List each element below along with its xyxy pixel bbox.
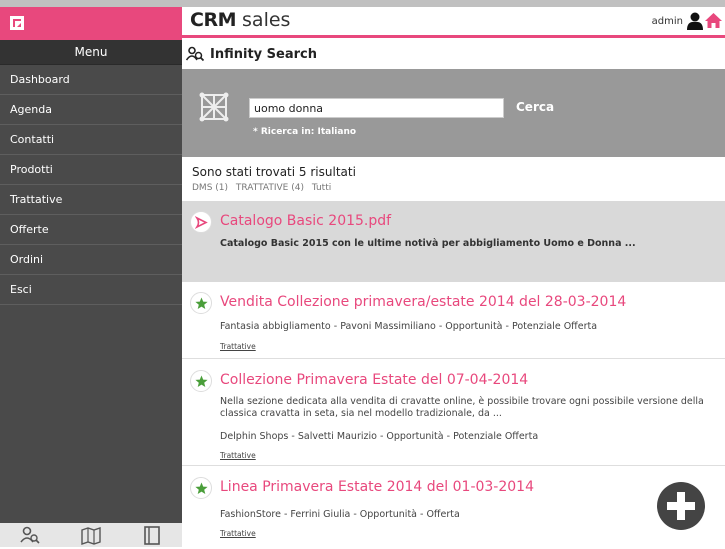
brand: CRM sales: [190, 9, 290, 31]
home-icon[interactable]: [705, 12, 722, 29]
filter-dms[interactable]: DMS (1): [192, 183, 228, 193]
brand-light: sales: [242, 9, 291, 31]
result-category-link[interactable]: Trattative: [220, 451, 256, 460]
star-badge: [190, 370, 212, 392]
result-item[interactable]: Vendita Collezione primavera/estate 2014…: [182, 282, 725, 359]
star-icon: [195, 297, 208, 309]
sidebar-item-dashboard[interactable]: Dashboard: [0, 65, 182, 95]
result-title[interactable]: Catalogo Basic 2015.pdf: [220, 213, 391, 229]
result-category-link[interactable]: Trattative: [220, 529, 256, 538]
result-title[interactable]: Collezione Primavera Estate del 07-04-20…: [220, 372, 528, 388]
document-icon[interactable]: [142, 525, 162, 545]
results-count: Sono stati trovati 5 risultati: [192, 165, 356, 179]
search-panel: Cerca * Ricerca in: Italiano: [182, 69, 725, 157]
map-icon[interactable]: [81, 525, 101, 545]
sidebar-item-trattative[interactable]: Trattative: [0, 185, 182, 215]
result-description: FashionStore - Ferrini Giulia - Opportun…: [220, 509, 460, 520]
pdf-badge: [190, 211, 212, 233]
result-category-link[interactable]: Trattative: [220, 342, 256, 351]
user-name[interactable]: admin: [652, 16, 683, 27]
sidebar-item-ordini[interactable]: Ordini: [0, 245, 182, 275]
people-search-icon: [186, 46, 204, 62]
results-filters: DMS (1) TRATTATIVE (4) Tutti: [192, 183, 336, 193]
search-input[interactable]: [249, 98, 504, 118]
filter-tutti[interactable]: Tutti: [312, 183, 331, 193]
result-description: Fantasia abbigliamento - Pavoni Massimil…: [220, 321, 598, 332]
sidebar-item-prodotti[interactable]: Prodotti: [0, 155, 182, 185]
result-title[interactable]: Vendita Collezione primavera/estate 2014…: [220, 294, 626, 310]
sidebar-item-offerte[interactable]: Offerte: [0, 215, 182, 245]
contacts-search-icon[interactable]: [20, 525, 40, 545]
pdf-icon: [195, 216, 208, 229]
result-item[interactable]: Catalogo Basic 2015.pdf Catalogo Basic 2…: [182, 201, 725, 282]
logo-icon: [10, 16, 24, 30]
cube-icon: [199, 92, 229, 122]
page-title: Infinity Search: [210, 47, 317, 62]
star-badge: [190, 477, 212, 499]
sidebar-toolbar: [0, 523, 182, 547]
result-description: Nella sezione dedicata alla vendita di c…: [220, 396, 704, 419]
brand-bold: CRM: [190, 9, 236, 31]
sidebar-item-contatti[interactable]: Contatti: [0, 125, 182, 155]
result-item[interactable]: Collezione Primavera Estate del 07-04-20…: [182, 360, 725, 466]
user-icon[interactable]: [687, 12, 703, 30]
page-title-bar: Infinity Search: [182, 41, 725, 69]
results-header: Sono stati trovati 5 risultati DMS (1) T…: [182, 157, 725, 201]
result-title[interactable]: Linea Primavera Estate 2014 del 01-03-20…: [220, 479, 534, 495]
result-item[interactable]: Linea Primavera Estate 2014 del 01-03-20…: [182, 467, 725, 547]
add-button[interactable]: [657, 482, 705, 530]
sidebar-item-agenda[interactable]: Agenda: [0, 95, 182, 125]
app-header: CRM sales admin: [182, 7, 725, 38]
menu-title: Menu: [0, 40, 182, 65]
star-icon: [195, 375, 208, 387]
search-language-note: * Ricerca in: Italiano: [253, 127, 357, 137]
sidebar: Menu Dashboard Agenda Contatti Prodotti …: [0, 7, 182, 547]
result-meta: Delphin Shops - Salvetti Maurizio - Oppo…: [220, 431, 539, 442]
result-description: Catalogo Basic 2015 con le ultime notivà…: [220, 238, 636, 249]
star-badge: [190, 292, 212, 314]
search-button[interactable]: Cerca: [516, 100, 554, 114]
star-icon: [195, 482, 208, 494]
top-strip: [0, 0, 725, 7]
logo-box: [0, 7, 182, 40]
sidebar-item-esci[interactable]: Esci: [0, 275, 182, 305]
filter-trattative[interactable]: TRATTATIVE (4): [236, 183, 304, 193]
